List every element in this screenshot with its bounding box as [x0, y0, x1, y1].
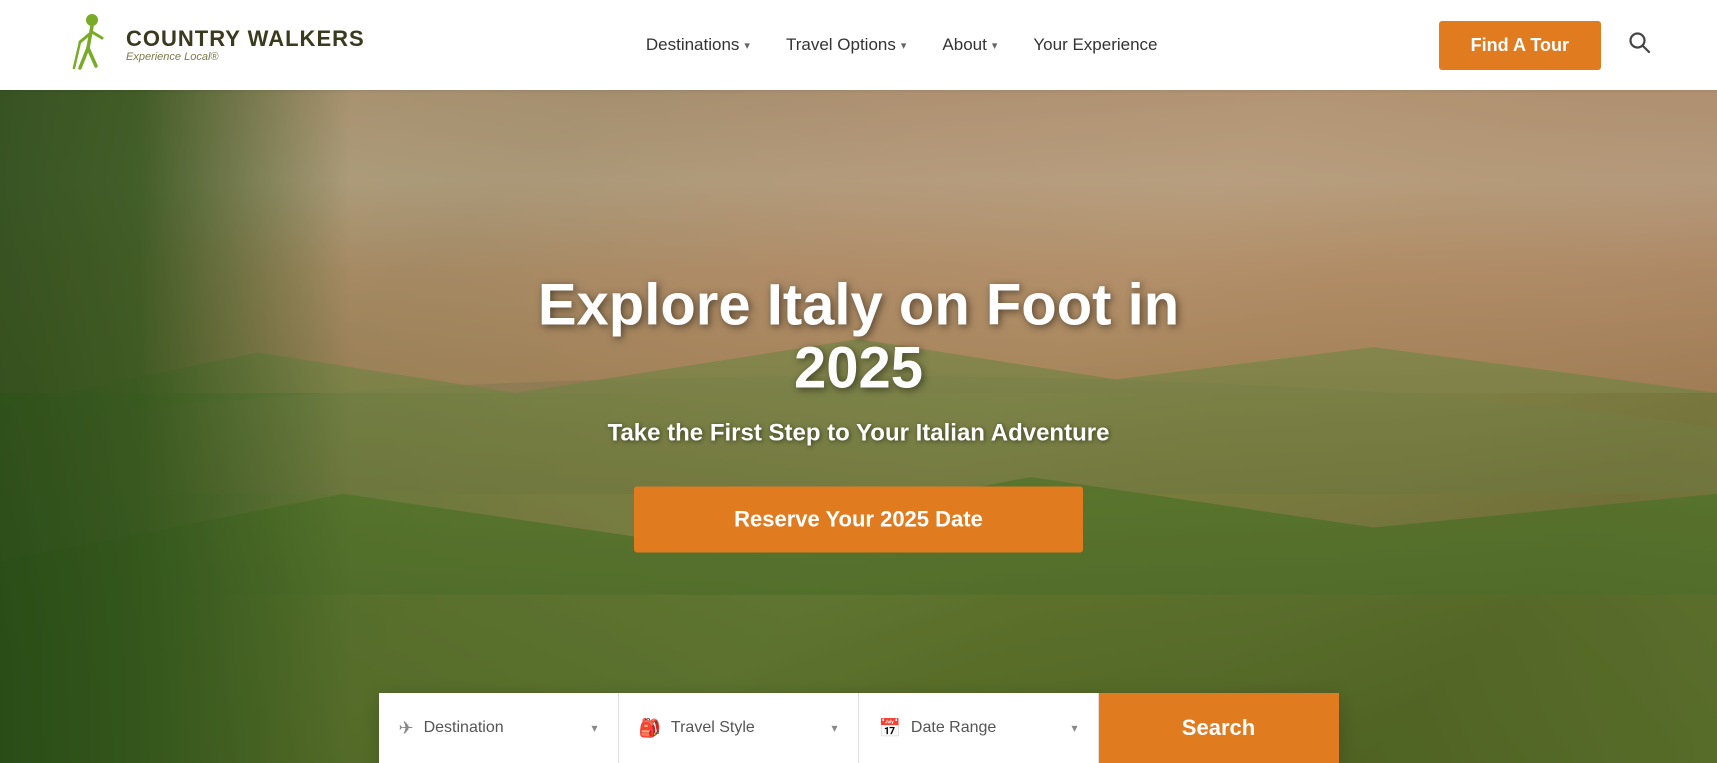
hero-title: Explore Italy on Foot in 2025 [509, 273, 1209, 401]
travel-options-chevron-icon: ▾ [901, 39, 907, 52]
nav-destinations[interactable]: Destinations ▾ [646, 35, 750, 55]
logo-icon [60, 10, 116, 80]
logo[interactable]: Country Walkers Experience Local® [60, 10, 365, 80]
reserve-button[interactable]: Reserve Your 2025 Date [634, 486, 1083, 552]
destinations-chevron-icon: ▾ [744, 39, 750, 52]
hero-subtitle: Take the First Step to Your Italian Adve… [509, 417, 1209, 451]
nav-travel-options[interactable]: Travel Options ▾ [786, 35, 906, 55]
search-submit-button[interactable]: Search [1099, 693, 1339, 763]
date-range-icon: 📅 [879, 718, 901, 739]
nav-your-experience-label: Your Experience [1033, 35, 1157, 55]
logo-tagline: Experience Local® [126, 51, 365, 63]
search-button[interactable] [1621, 24, 1657, 66]
destination-label: Destination [424, 719, 582, 737]
destination-field[interactable]: ✈ Destination ▾ [379, 693, 619, 763]
nav-your-experience[interactable]: Your Experience [1033, 35, 1157, 55]
search-icon [1627, 30, 1651, 54]
travel-style-field[interactable]: 🎒 Travel Style ▾ [619, 693, 859, 763]
search-bar: ✈ Destination ▾ 🎒 Travel Style ▾ 📅 Date … [379, 693, 1339, 763]
travel-style-icon: 🎒 [639, 718, 661, 739]
date-range-chevron-icon: ▾ [1071, 721, 1077, 735]
date-range-field[interactable]: 📅 Date Range ▾ [859, 693, 1099, 763]
hero-section: Explore Italy on Foot in 2025 Take the F… [0, 90, 1717, 763]
nav-destinations-label: Destinations [646, 35, 740, 55]
nav-travel-options-label: Travel Options [786, 35, 896, 55]
nav-actions: Find A Tour [1439, 21, 1657, 70]
find-tour-button[interactable]: Find A Tour [1439, 21, 1601, 70]
hero-content: Explore Italy on Foot in 2025 Take the F… [509, 273, 1209, 552]
logo-name: Country Walkers [126, 27, 365, 51]
travel-style-chevron-icon: ▾ [831, 721, 837, 735]
destination-icon: ✈ [399, 718, 414, 739]
logo-text: Country Walkers Experience Local® [126, 27, 365, 63]
nav-about-label: About [942, 35, 986, 55]
date-range-label: Date Range [911, 719, 1062, 737]
destination-chevron-icon: ▾ [591, 721, 597, 735]
main-nav: Destinations ▾ Travel Options ▾ About ▾ … [646, 35, 1158, 55]
travel-style-label: Travel Style [671, 719, 822, 737]
site-header: Country Walkers Experience Local® Destin… [0, 0, 1717, 90]
nav-about[interactable]: About ▾ [942, 35, 997, 55]
about-chevron-icon: ▾ [992, 39, 998, 52]
